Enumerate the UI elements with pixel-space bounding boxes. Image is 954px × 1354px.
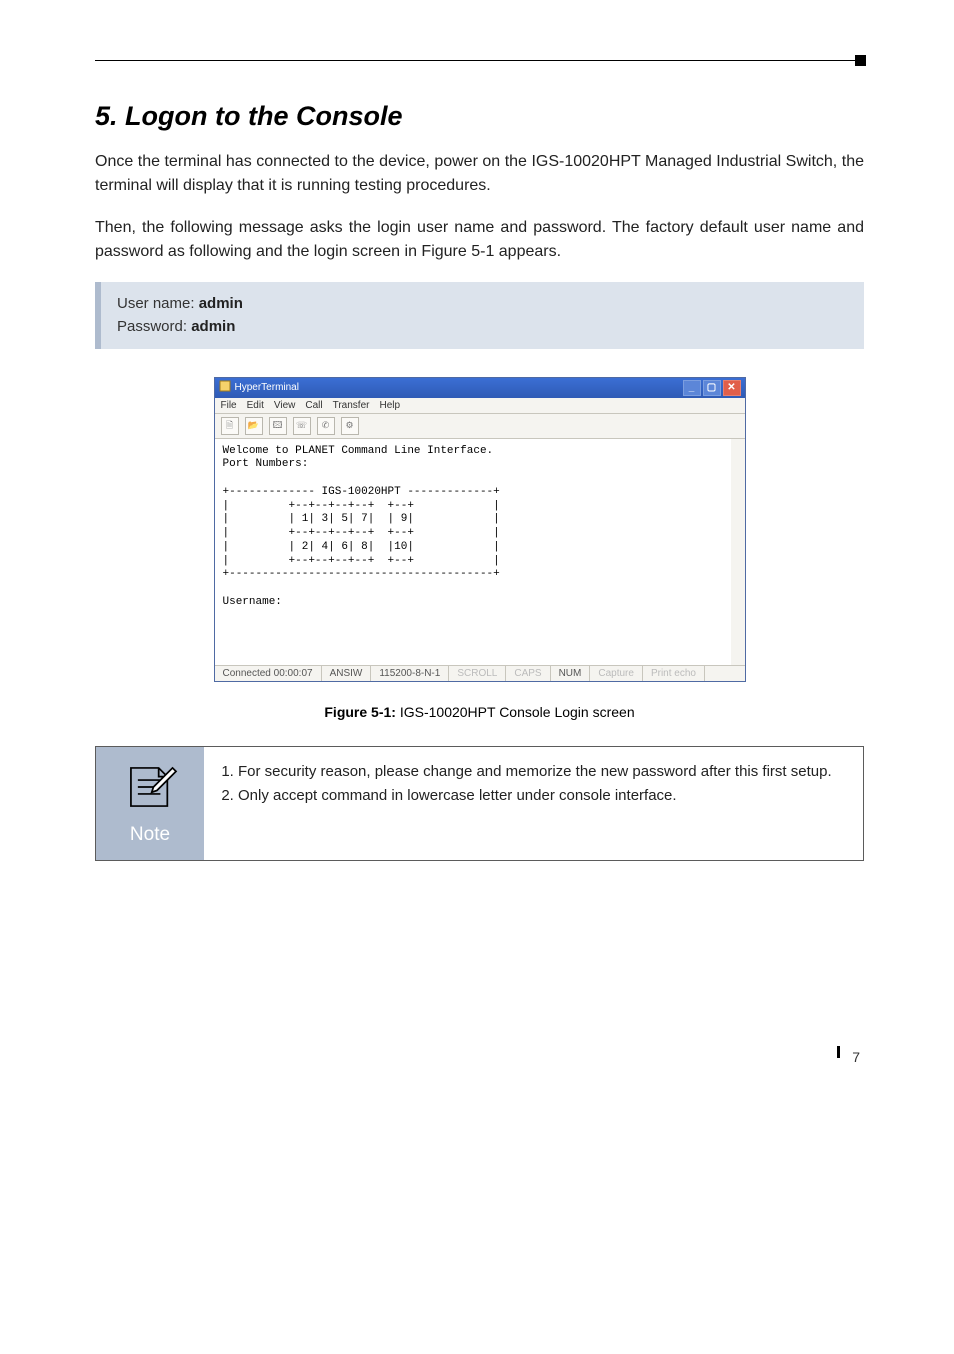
terminal-output: Welcome to PLANET Command Line Interface… [215,439,745,665]
minimize-button[interactable]: _ [683,380,701,396]
note-left-panel: Note [96,747,204,860]
menu-view[interactable]: View [274,400,296,411]
maximize-button[interactable]: ▢ [703,380,721,396]
new-doc-icon[interactable]: 🗎 [221,417,239,435]
app-icon [219,380,231,395]
toolbar: 🗎 📂 🖾 ☏ ✆ ⚙ [215,414,745,439]
note-icon [122,761,178,818]
note-item-1: For security reason, please change and m… [238,761,845,784]
close-button[interactable]: ✕ [723,380,741,396]
figure-number: Figure 5-1: [324,704,396,720]
note-item-2: Only accept command in lowercase letter … [238,785,845,808]
note-content: For security reason, please change and m… [204,747,863,860]
hangup-icon[interactable]: ✆ [317,417,335,435]
paragraph-1: Once the terminal has connected to the d… [95,150,864,198]
note-box: Note For security reason, please change … [95,746,864,861]
paste-icon[interactable]: 🖾 [269,417,287,435]
header-square-icon [855,55,866,66]
status-capture: Capture [590,666,643,681]
page-number: 7 [852,1049,860,1065]
status-termtype: ANSIW [322,666,372,681]
figure-caption: Figure 5-1: IGS-10020HPT Console Login s… [95,704,864,720]
page-title: 5. Logon to the Console [95,101,864,132]
status-conn: Connected 00:00:07 [215,666,322,681]
menu-bar: File Edit View Call Transfer Help [215,398,745,414]
cred-password-line: Password: admin [117,315,848,338]
cred-pass-label: Password: [117,318,191,335]
cred-username-line: User name: admin [117,292,848,315]
status-echo: Print echo [643,666,705,681]
credentials-box: User name: admin Password: admin [95,282,864,349]
status-scroll: SCROLL [449,666,506,681]
menu-help[interactable]: Help [379,400,400,411]
open-icon[interactable]: 📂 [245,417,263,435]
page-footer: 7 [95,1051,864,1075]
menu-edit[interactable]: Edit [247,400,264,411]
note-label: Note [130,824,170,846]
window-titlebar: HyperTerminal _ ▢ ✕ [215,378,745,398]
status-caps: CAPS [506,666,550,681]
paragraph-2: Then, the following message asks the log… [95,216,864,264]
properties-icon[interactable]: ⚙ [341,417,359,435]
header-rule [95,60,864,61]
call-icon[interactable]: ☏ [293,417,311,435]
hyperterminal-window: HyperTerminal _ ▢ ✕ File Edit View Call … [214,377,746,682]
status-num: NUM [551,666,591,681]
window-title: HyperTerminal [235,382,299,393]
menu-transfer[interactable]: Transfer [333,400,370,411]
menu-file[interactable]: File [221,400,237,411]
status-bar: Connected 00:00:07 ANSIW 115200-8-N-1 SC… [215,665,745,681]
status-rate: 115200-8-N-1 [371,666,449,681]
menu-call[interactable]: Call [305,400,322,411]
cred-pass-value: admin [191,318,235,335]
figure-text: IGS-10020HPT Console Login screen [396,704,635,720]
footer-bar-icon [837,1046,840,1058]
cred-user-label: User name: [117,295,199,312]
cred-user-value: admin [199,295,243,312]
